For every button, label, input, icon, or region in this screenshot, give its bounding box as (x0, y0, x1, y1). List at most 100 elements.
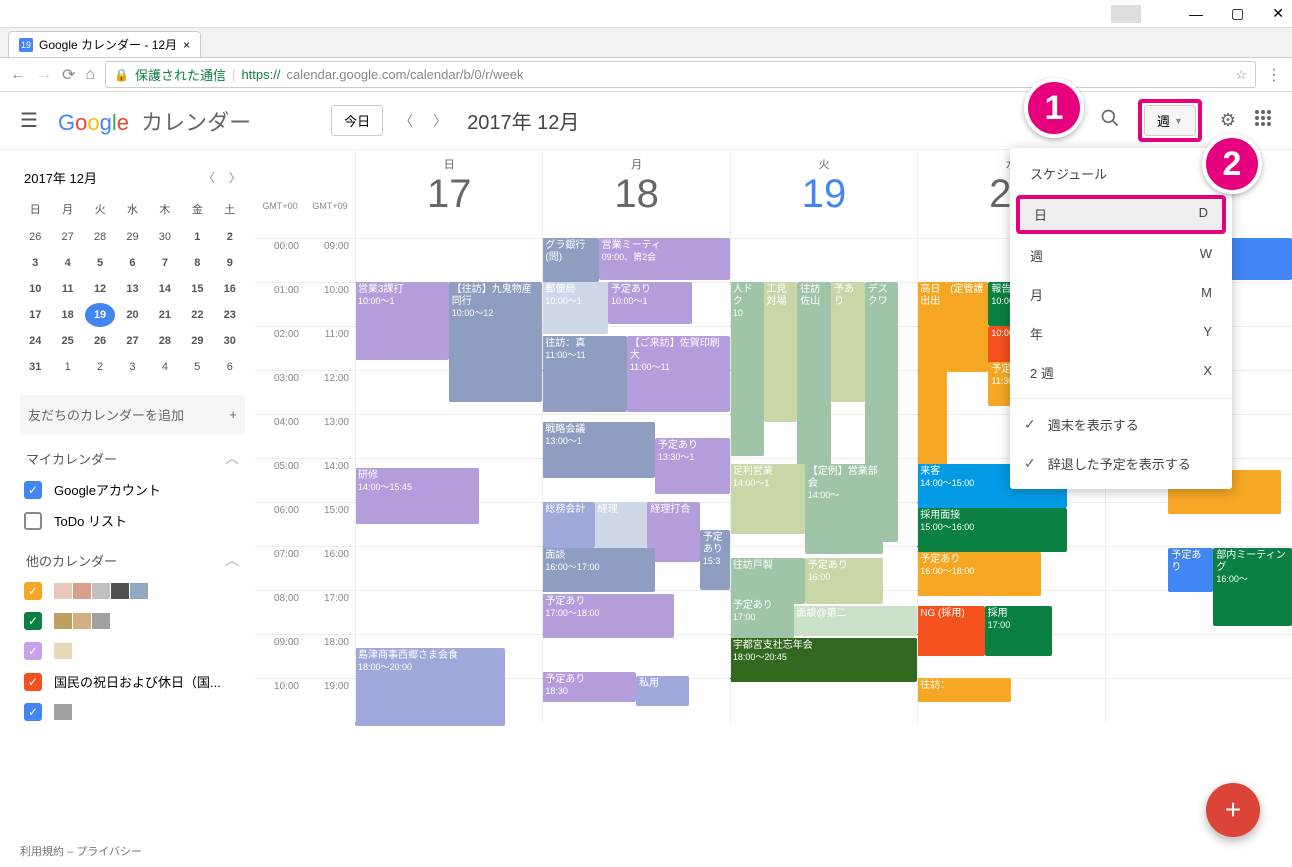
calendar-checkbox[interactable]: ✓ (24, 481, 42, 499)
mini-day[interactable]: 30 (150, 225, 180, 249)
day-header[interactable]: 月18 (542, 150, 729, 238)
day-header[interactable]: 日17 (355, 150, 542, 238)
calendar-checkbox[interactable]: ✓ (24, 642, 42, 660)
mini-day[interactable]: 9 (215, 251, 245, 275)
maximize-icon[interactable]: ▢ (1231, 5, 1244, 22)
mini-day[interactable]: 6 (215, 355, 245, 379)
minimize-icon[interactable]: — (1189, 6, 1203, 22)
mini-day[interactable]: 17 (20, 303, 50, 327)
mini-prev-icon[interactable]: 〈 (203, 169, 215, 186)
mini-day[interactable]: 2 (85, 355, 115, 379)
mini-day[interactable]: 18 (52, 303, 82, 327)
mini-day[interactable]: 25 (52, 329, 82, 353)
mini-day[interactable]: 19 (85, 303, 115, 327)
hour-row[interactable]: 06:0015:00 (255, 502, 1292, 546)
hour-row[interactable]: 07:0016:00 (255, 546, 1292, 590)
mini-day[interactable]: 5 (85, 251, 115, 275)
mini-day[interactable]: 2 (215, 225, 245, 249)
mini-day[interactable]: 24 (20, 329, 50, 353)
next-week-icon[interactable]: 〉 (433, 111, 447, 131)
add-friend-calendar[interactable]: 友だちのカレンダーを追加 + (20, 395, 245, 434)
mini-day[interactable]: 5 (182, 355, 212, 379)
mini-day[interactable]: 16 (215, 277, 245, 301)
chevron-up-icon[interactable]: ︿ (225, 448, 239, 468)
mini-day[interactable]: 15 (182, 277, 212, 301)
day-header[interactable]: 火19 (730, 150, 917, 238)
mini-day[interactable]: 6 (117, 251, 147, 275)
hour-row[interactable]: 09:0018:00 (255, 634, 1292, 678)
hamburger-icon[interactable]: ☰ (20, 108, 38, 133)
other-calendars-header[interactable]: 他のカレンダー (26, 551, 117, 570)
mini-day[interactable]: 4 (150, 355, 180, 379)
calendar-list-item[interactable]: ToDo リスト (20, 505, 245, 536)
mini-day[interactable]: 7 (150, 251, 180, 275)
chevron-up-icon[interactable]: ︿ (225, 550, 239, 570)
calendar-list-item[interactable]: ✓ (20, 697, 245, 727)
mini-day[interactable]: 4 (52, 251, 82, 275)
mini-day[interactable]: 27 (117, 329, 147, 353)
mini-day[interactable]: 29 (182, 329, 212, 353)
calendar-list-item[interactable]: ✓ (20, 636, 245, 666)
mini-day[interactable]: 26 (20, 225, 50, 249)
view-option[interactable]: 月M (1010, 275, 1232, 314)
mini-day[interactable]: 8 (182, 251, 212, 275)
mini-day[interactable]: 28 (150, 329, 180, 353)
create-event-fab[interactable]: + (1206, 783, 1260, 837)
calendar-checkbox[interactable]: ✓ (24, 703, 42, 721)
mini-day[interactable]: 21 (150, 303, 180, 327)
mini-day[interactable]: 31 (20, 355, 50, 379)
mini-day[interactable]: 11 (52, 277, 82, 301)
hour-row[interactable]: 08:0017:00 (255, 590, 1292, 634)
calendar-checkbox[interactable]: ✓ (24, 612, 42, 630)
mini-day[interactable]: 23 (215, 303, 245, 327)
mini-day[interactable]: 3 (20, 251, 50, 275)
calendar-checkbox[interactable]: ✓ (24, 673, 42, 691)
url-input[interactable]: 🔒 保護された通信 | https://calendar.google.com/… (105, 61, 1256, 88)
calendar-list-item[interactable]: ✓ (20, 576, 245, 606)
footer-links[interactable]: 利用規約 – プライバシー (20, 843, 142, 859)
my-calendars-header[interactable]: マイカレンダー (26, 449, 117, 468)
calendar-checkbox[interactable]: ✓ (24, 582, 42, 600)
calendar-list-item[interactable]: ✓Googleアカウント (20, 474, 245, 505)
menu-dots-icon[interactable]: ⋮ (1266, 65, 1282, 85)
mini-day[interactable]: 12 (85, 277, 115, 301)
tab-close-icon[interactable]: × (183, 38, 190, 52)
mini-calendar[interactable]: 日月火水木金土262728293012345678910111213141516… (20, 195, 245, 379)
close-icon[interactable]: ✕ (1272, 5, 1284, 22)
search-icon[interactable] (1100, 108, 1120, 133)
view-option-toggle[interactable]: ✓辞退した予定を表示する (1010, 444, 1232, 483)
reload-icon[interactable]: ⟳ (62, 65, 75, 85)
mini-day[interactable]: 1 (52, 355, 82, 379)
mini-day[interactable]: 10 (20, 277, 50, 301)
calendar-list-item[interactable]: ✓ (20, 606, 245, 636)
hour-row[interactable]: 10:0019:00 (255, 678, 1292, 722)
mini-day[interactable]: 29 (117, 225, 147, 249)
star-icon[interactable]: ☆ (1235, 67, 1247, 83)
mini-next-icon[interactable]: 〉 (229, 169, 241, 186)
mini-day[interactable]: 27 (52, 225, 82, 249)
view-option-day[interactable]: 日D (1020, 199, 1222, 230)
mini-day[interactable]: 28 (85, 225, 115, 249)
view-switcher-button[interactable]: 週 ▼ (1144, 105, 1196, 136)
browser-tab[interactable]: 19 Google カレンダー - 12月 × (8, 31, 201, 57)
mini-day[interactable]: 26 (85, 329, 115, 353)
view-option[interactable]: 週W (1010, 236, 1232, 275)
mini-day[interactable]: 13 (117, 277, 147, 301)
view-option-toggle[interactable]: ✓週末を表示する (1010, 405, 1232, 444)
view-option[interactable]: 2 週X (1010, 353, 1232, 392)
gear-icon[interactable]: ⚙ (1220, 110, 1236, 131)
home-icon[interactable]: ⌂ (85, 66, 95, 84)
forward-icon[interactable]: → (36, 66, 52, 84)
back-icon[interactable]: ← (10, 66, 26, 84)
today-button[interactable]: 今日 (331, 105, 383, 136)
calendar-list-item[interactable]: ✓国民の祝日および休日（国... (20, 666, 245, 697)
calendar-checkbox[interactable] (24, 512, 42, 530)
mini-day[interactable]: 22 (182, 303, 212, 327)
mini-day[interactable]: 30 (215, 329, 245, 353)
view-option[interactable]: スケジュール (1010, 154, 1232, 193)
mini-day[interactable]: 14 (150, 277, 180, 301)
prev-week-icon[interactable]: 〈 (399, 111, 413, 131)
apps-grid-icon[interactable] (1254, 109, 1272, 132)
mini-day[interactable]: 1 (182, 225, 212, 249)
mini-day[interactable]: 3 (117, 355, 147, 379)
